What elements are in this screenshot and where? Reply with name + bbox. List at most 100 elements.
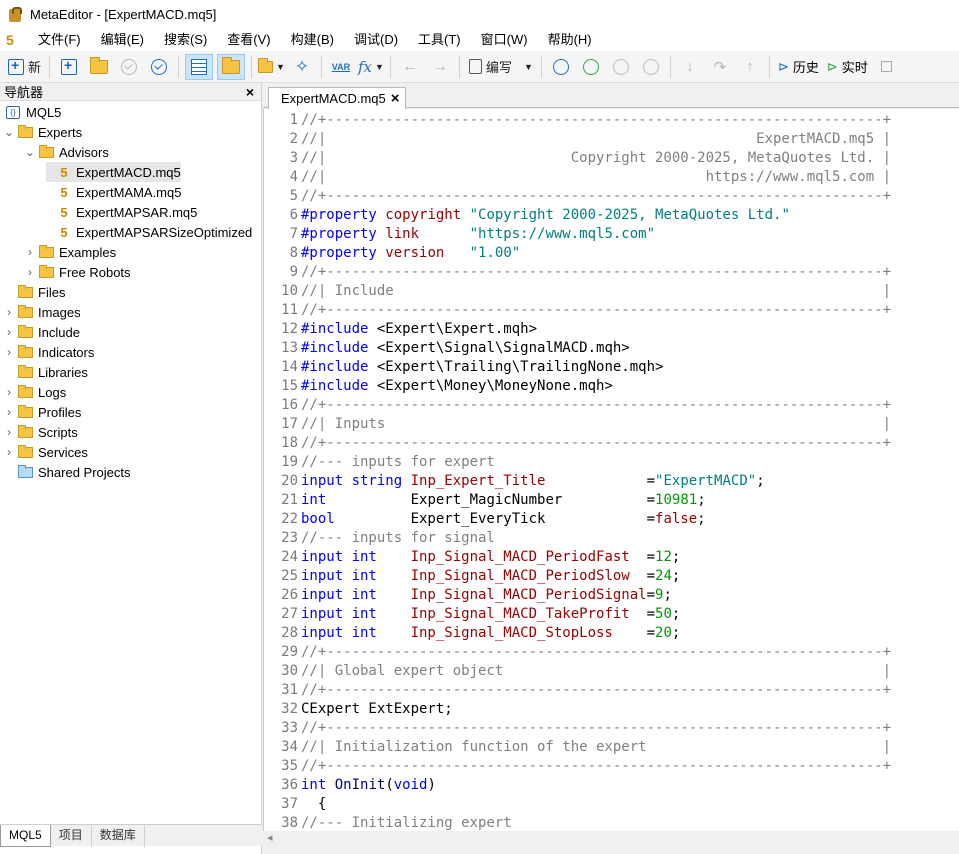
code-line[interactable]: CExpert ExtExpert; xyxy=(301,700,453,719)
chevron-right-icon[interactable]: › xyxy=(4,385,14,399)
history-button[interactable]: ⊳ 历史 xyxy=(776,54,821,80)
code-line[interactable]: //+-------------------------------------… xyxy=(301,111,891,130)
tree-item-shared-projects[interactable]: Shared Projects xyxy=(4,462,131,482)
code-line[interactable]: //| Initialization function of the exper… xyxy=(301,738,891,757)
tree-item-expertmama-mq5[interactable]: 5 ExpertMAMA.mq5 xyxy=(46,182,181,202)
code-line[interactable]: //| Global expert object | xyxy=(301,662,891,681)
navigator-toggle-button[interactable] xyxy=(185,53,214,80)
code-line[interactable]: //| ExpertMACD.mq5 | xyxy=(301,130,891,149)
menu-window[interactable]: 窗口(W) xyxy=(471,29,538,51)
code-line[interactable]: //| Copyright 2000-2025, MetaQuotes Ltd.… xyxy=(301,149,891,168)
tree-item-indicators[interactable]: › Indicators xyxy=(4,342,94,362)
code-line[interactable]: input int Inp_Signal_MACD_PeriodSlow =24… xyxy=(301,567,680,586)
code-editor[interactable]: 1//+------------------------------------… xyxy=(263,109,959,846)
open-folder-button[interactable] xyxy=(86,54,112,80)
code-line[interactable]: //+-------------------------------------… xyxy=(301,187,891,206)
code-line[interactable]: //+-------------------------------------… xyxy=(301,643,891,662)
step-over-button[interactable]: ↷ xyxy=(707,54,733,80)
step-into-button[interactable]: ↓ xyxy=(677,54,703,80)
compile-button[interactable]: 编写 xyxy=(466,54,515,80)
toolbox-toggle-button[interactable] xyxy=(217,53,246,80)
chevron-right-icon[interactable]: › xyxy=(4,325,14,339)
code-line[interactable]: { xyxy=(301,795,326,814)
code-line[interactable]: //| https://www.mql5.com | xyxy=(301,168,891,187)
new-file-button[interactable]: 新 xyxy=(6,54,43,80)
code-line[interactable]: input int Inp_Signal_MACD_TakeProfit =50… xyxy=(301,605,680,624)
menu-help[interactable]: 帮助(H) xyxy=(538,29,602,51)
forward-button[interactable]: → xyxy=(427,54,453,80)
back-button[interactable]: ← xyxy=(397,54,423,80)
code-line[interactable]: input int Inp_Signal_MACD_PeriodSignal=9… xyxy=(301,586,672,605)
search-dropdown-button[interactable]: ▼ xyxy=(258,54,285,80)
nav-tab-database[interactable]: 数据库 xyxy=(92,825,145,847)
new-project-button[interactable] xyxy=(56,54,82,80)
chevron-down-icon[interactable]: ⌄ xyxy=(4,125,14,139)
start-debug-button[interactable] xyxy=(578,54,604,80)
chevron-right-icon[interactable]: › xyxy=(4,445,14,459)
tree-item-scripts[interactable]: › Scripts xyxy=(4,422,78,442)
menu-debug[interactable]: 调试(D) xyxy=(344,29,408,51)
insert-function-button[interactable]: fx ▼ xyxy=(358,54,384,80)
chevron-right-icon[interactable]: › xyxy=(4,425,14,439)
code-line[interactable]: //| Include | xyxy=(301,282,891,301)
menu-tools[interactable]: 工具(T) xyxy=(408,29,471,51)
tree-item-images[interactable]: › Images xyxy=(4,302,81,322)
insert-variable-button[interactable]: VAR xyxy=(328,54,354,80)
chevron-right-icon[interactable]: › xyxy=(4,305,14,319)
tree-item-libraries[interactable]: Libraries xyxy=(4,362,88,382)
code-line[interactable]: //| Inputs | xyxy=(301,415,891,434)
step-out-button[interactable]: ↑ xyxy=(737,54,763,80)
code-line[interactable]: //+-------------------------------------… xyxy=(301,263,891,282)
code-line[interactable]: input string Inp_Expert_Title ="ExpertMA… xyxy=(301,472,765,491)
nav-tab-mql5[interactable]: MQL5 xyxy=(0,825,51,847)
code-line[interactable]: //--- inputs for expert xyxy=(301,453,495,472)
code-line[interactable]: input int Inp_Signal_MACD_PeriodFast =12… xyxy=(301,548,680,567)
realtime-button[interactable]: ⊳ 实时 xyxy=(825,54,870,80)
chevron-down-icon[interactable]: ⌄ xyxy=(25,145,35,159)
code-line[interactable]: //--- inputs for signal xyxy=(301,529,495,548)
toolbar-overflow-button[interactable] xyxy=(874,54,900,80)
code-line[interactable]: input int Inp_Signal_MACD_StopLoss =20; xyxy=(301,624,680,643)
tree-item-expertmapsar-mq5[interactable]: 5 ExpertMAPSAR.mq5 xyxy=(46,202,197,222)
code-line[interactable]: //+-------------------------------------… xyxy=(301,681,891,700)
scroll-left-arrow-icon[interactable]: ◂ xyxy=(267,831,273,844)
code-line[interactable]: //+-------------------------------------… xyxy=(301,719,891,738)
chevron-right-icon[interactable]: › xyxy=(4,345,14,359)
code-line[interactable]: #property copyright "Copyright 2000-2025… xyxy=(301,206,790,225)
horizontal-scrollbar[interactable]: ◂ xyxy=(263,831,959,847)
menu-file[interactable]: 文件(F) xyxy=(28,29,91,51)
save-button[interactable] xyxy=(146,54,172,80)
chevron-right-icon[interactable]: › xyxy=(4,405,14,419)
code-line[interactable]: int OnInit(void) xyxy=(301,776,436,795)
menu-view[interactable]: 查看(V) xyxy=(217,29,280,51)
close-tab-icon[interactable]: × xyxy=(391,90,400,107)
menu-search[interactable]: 搜索(S) xyxy=(154,29,217,51)
tree-item-mql5[interactable]: {} MQL5 xyxy=(2,102,61,122)
code-line[interactable]: //+-------------------------------------… xyxy=(301,434,891,453)
tree-item-profiles[interactable]: › Profiles xyxy=(4,402,81,422)
menu-build[interactable]: 构建(B) xyxy=(281,29,344,51)
code-line[interactable]: //+-------------------------------------… xyxy=(301,757,891,776)
code-line[interactable]: int Expert_MagicNumber =10981; xyxy=(301,491,706,510)
tree-item-free-robots[interactable]: › Free Robots xyxy=(25,262,131,282)
tree-item-advisors[interactable]: ⌄ Advisors xyxy=(25,142,109,162)
download-button[interactable] xyxy=(116,54,142,80)
code-line[interactable]: #include <Expert\Expert.mqh> xyxy=(301,320,537,339)
code-line[interactable]: //+-------------------------------------… xyxy=(301,396,891,415)
tree-item-expertmapsarsizeoptimized[interactable]: 5 ExpertMAPSARSizeOptimized xyxy=(46,222,252,242)
tree-item-expertmacd-mq5[interactable]: 5 ExpertMACD.mq5 xyxy=(46,162,181,182)
pause-button[interactable] xyxy=(608,54,634,80)
tree-item-include[interactable]: › Include xyxy=(4,322,80,342)
editor-tab-expertmacd[interactable]: ExpertMACD.mq5 × xyxy=(268,87,406,109)
stop-button[interactable] xyxy=(638,54,664,80)
code-line[interactable]: #include <Expert\Money\MoneyNone.mqh> xyxy=(301,377,613,396)
tree-item-services[interactable]: › Services xyxy=(4,442,88,462)
tree-item-logs[interactable]: › Logs xyxy=(4,382,66,402)
start-profiling-button[interactable] xyxy=(548,54,574,80)
navigator-close-button[interactable]: × xyxy=(243,84,257,100)
code-line[interactable]: #include <Expert\Trailing\TrailingNone.m… xyxy=(301,358,663,377)
code-line[interactable]: bool Expert_EveryTick =false; xyxy=(301,510,706,529)
code-line[interactable]: //+-------------------------------------… xyxy=(301,301,891,320)
tree-item-experts[interactable]: ⌄ Experts xyxy=(4,122,82,142)
nav-tab-projects[interactable]: 项目 xyxy=(51,825,92,847)
